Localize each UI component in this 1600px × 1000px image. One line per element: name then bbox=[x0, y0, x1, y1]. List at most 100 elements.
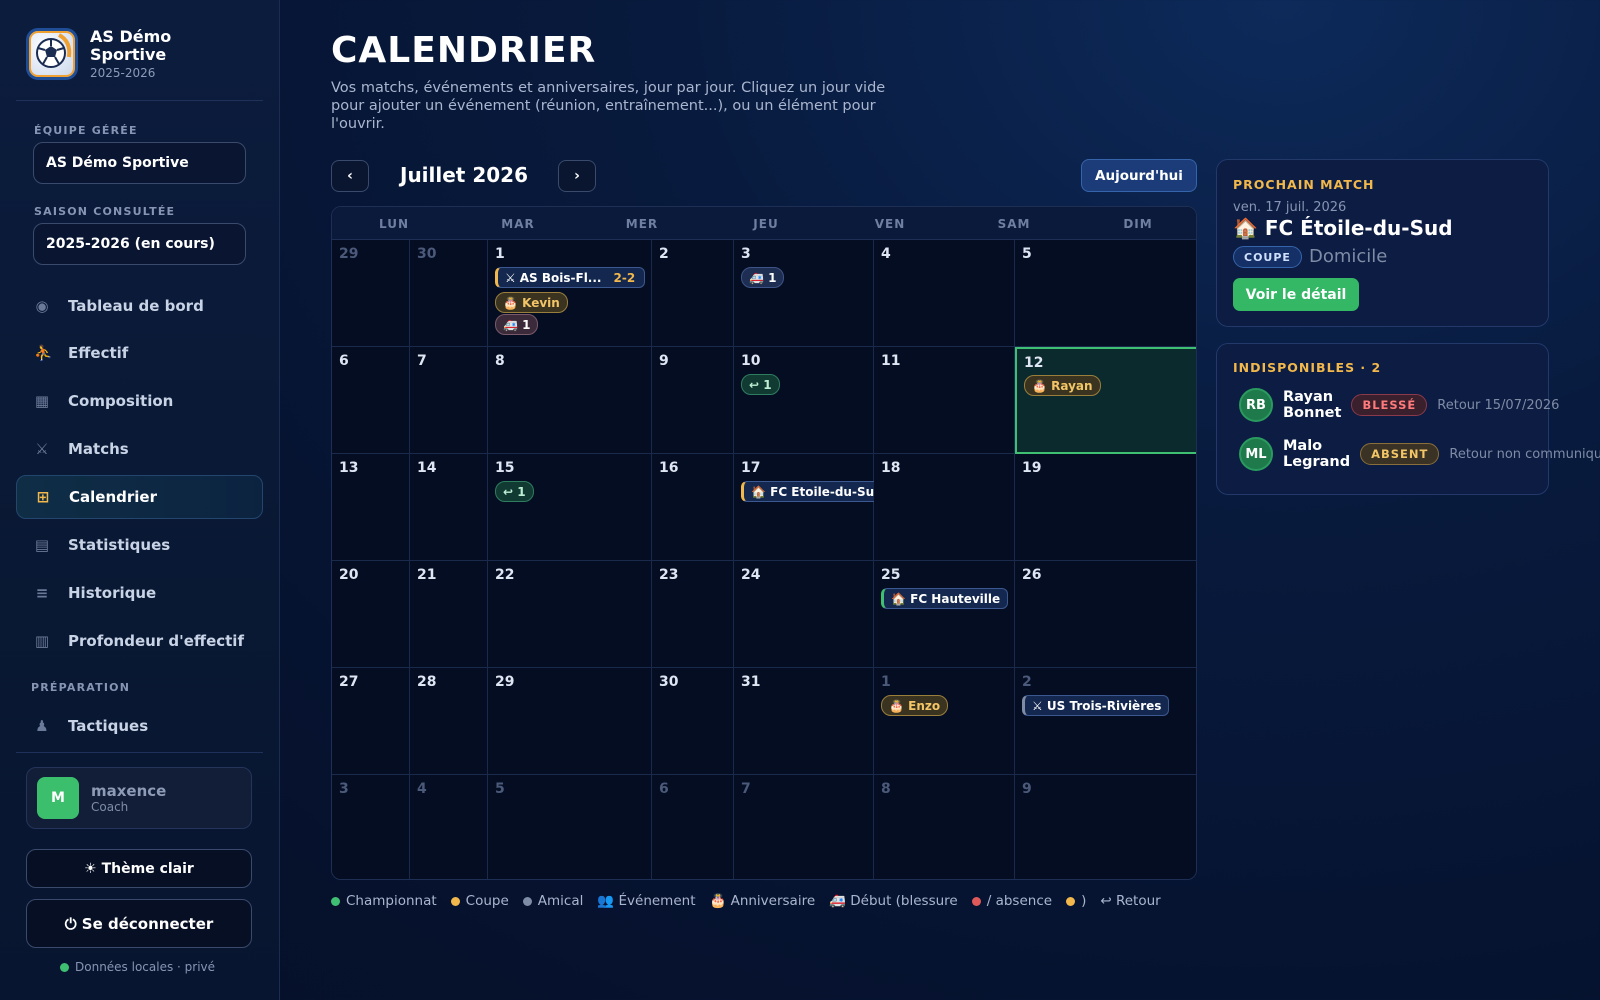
calendar-day-cell[interactable]: 24 bbox=[734, 561, 874, 668]
calendar-day-cell[interactable]: 5 bbox=[488, 775, 652, 879]
sidebar-item-lineup[interactable]: ▦ Composition bbox=[16, 379, 263, 423]
calendar-day-cell[interactable]: 31 bbox=[734, 668, 874, 775]
calendar-day-cell[interactable]: 17 🏠 FC Etoile-du-Sud bbox=[734, 454, 891, 561]
day-number: 4 bbox=[881, 246, 891, 262]
calendar-day-cell[interactable]: 30 bbox=[410, 240, 488, 347]
sidebar-item-calendar[interactable]: ⊞ Calendrier bbox=[16, 475, 263, 519]
sidebar-item-label: Tactiques bbox=[68, 717, 149, 735]
day-number: 28 bbox=[417, 674, 437, 690]
calendar-day-cell[interactable]: 7 bbox=[734, 775, 874, 879]
calendar-event-birthday[interactable]: 🎂 Rayan bbox=[1024, 375, 1101, 396]
logout-button[interactable]: ⏻ Se déconnecter bbox=[26, 899, 252, 948]
sidebar-item-label: Calendrier bbox=[69, 488, 157, 506]
calendar-day-cell[interactable]: 13 bbox=[332, 454, 410, 561]
day-number: 21 bbox=[417, 567, 437, 583]
calendar-event-injury[interactable]: 🚑 1 bbox=[495, 314, 539, 335]
unavailable-player-row[interactable]: RB Rayan Bonnet BLESSÉ Retour 15/07/2026 bbox=[1239, 388, 1559, 422]
calendar-day-cell[interactable]: 5 bbox=[1015, 240, 1196, 347]
team-select[interactable]: AS Démo Sportive bbox=[33, 142, 246, 184]
brand-name-line1: AS Démo bbox=[90, 27, 172, 46]
calendar-day-cell[interactable]: 25 🏠 FC Hauteville bbox=[874, 561, 1015, 668]
calendar-day-cell[interactable]: 6 bbox=[652, 775, 734, 879]
day-number: 5 bbox=[495, 781, 505, 797]
calendar-day-cell[interactable]: 23 bbox=[652, 561, 734, 668]
calendar-day-cell[interactable]: 8 bbox=[488, 347, 652, 454]
season-select[interactable]: 2025-2026 (en cours) bbox=[33, 223, 246, 265]
sidebar-item-squad[interactable]: ⛹ Effectif bbox=[16, 331, 263, 375]
sidebar-item-matches[interactable]: ⚔ Matchs bbox=[16, 427, 263, 471]
day-number: 29 bbox=[339, 246, 359, 262]
sidebar-item-label: Tableau de bord bbox=[68, 297, 204, 315]
calendar-day-cell[interactable]: 27 bbox=[332, 668, 410, 775]
calendar-day-cell[interactable]: 2 ⚔ US Trois-Rivières bbox=[1015, 668, 1196, 775]
calendar-day-cell[interactable]: 16 bbox=[652, 454, 734, 561]
calendar-day-cell[interactable]: 9 bbox=[1015, 775, 1196, 879]
calendar-day-cell[interactable]: 15 ↩ 1 bbox=[488, 454, 652, 561]
calendar-day-cell[interactable]: 21 bbox=[410, 561, 488, 668]
prev-month-button[interactable]: ‹ bbox=[331, 160, 369, 192]
month-label: Juillet 2026 bbox=[400, 163, 528, 187]
calendar-day-cell[interactable]: 26 bbox=[1015, 561, 1196, 668]
calendar-day-cell[interactable]: 28 bbox=[410, 668, 488, 775]
calendar-day-cell[interactable]: 20 bbox=[332, 561, 410, 668]
calendar-day-cell[interactable]: 6 bbox=[332, 347, 410, 454]
calendar-day-cell[interactable]: 10 ↩ 1 bbox=[734, 347, 874, 454]
calendar-event-return[interactable]: ↩ 1 bbox=[741, 374, 780, 395]
calendar-day-cell[interactable]: 1 🎂 Enzo bbox=[874, 668, 1015, 775]
calendar-day-cell[interactable]: 3 bbox=[332, 775, 410, 879]
view-detail-button[interactable]: Voir le détail bbox=[1233, 278, 1359, 311]
sidebar-item-history[interactable]: ≡ Historique bbox=[16, 571, 263, 615]
day-number: 2 bbox=[1022, 674, 1032, 690]
day-number: 5 bbox=[1022, 246, 1032, 262]
calendar-day-cell[interactable]: 4 bbox=[410, 775, 488, 879]
calendar-event-match[interactable]: 🏠 FC Etoile-du-Sud bbox=[741, 481, 891, 502]
day-number: 19 bbox=[1022, 460, 1042, 476]
calendar-day-cell[interactable]: 12 🎂 Rayan bbox=[1015, 347, 1196, 454]
today-button[interactable]: Aujourd'hui bbox=[1081, 159, 1197, 192]
sidebar-item-depth[interactable]: ▥ Profondeur d'effectif bbox=[16, 619, 263, 663]
day-number: 8 bbox=[881, 781, 891, 797]
sidebar-item-dashboard[interactable]: ◉ Tableau de bord bbox=[16, 284, 263, 328]
calendar-day-cell[interactable]: 8 bbox=[874, 775, 1015, 879]
next-match-date: ven. 17 juil. 2026 bbox=[1233, 200, 1347, 215]
calendar-day-cell[interactable]: 7 bbox=[410, 347, 488, 454]
avatar: RB bbox=[1239, 388, 1273, 422]
brand[interactable]: AS Démo Sportive 2025-2026 bbox=[26, 28, 171, 80]
local-data-status: Données locales · privé bbox=[60, 960, 215, 974]
next-match-team: 🏠 FC Étoile-du-Sud bbox=[1233, 216, 1453, 240]
calendar-day-cell[interactable]: 30 bbox=[652, 668, 734, 775]
calendar-event-match[interactable]: ⚔ AS Bois-Fl... 2-2 bbox=[495, 267, 645, 288]
calendar-event-match[interactable]: 🏠 FC Hauteville bbox=[881, 588, 1009, 609]
unavailable-player-row[interactable]: ML Malo Legrand ABSENT Retour non commun… bbox=[1239, 437, 1600, 471]
calendar-day-cell[interactable]: 9 bbox=[652, 347, 734, 454]
calendar-event-birthday[interactable]: 🎂 Kevin bbox=[495, 292, 568, 313]
sidebar-item-stats[interactable]: ▤ Statistiques bbox=[16, 523, 263, 567]
next-month-button[interactable]: › bbox=[558, 160, 596, 192]
sidebar-item-label: Effectif bbox=[68, 344, 129, 362]
day-number: 1 bbox=[495, 246, 505, 262]
calendar-event-match[interactable]: ⚔ US Trois-Rivières bbox=[1022, 695, 1170, 716]
sidebar-item-label: Matchs bbox=[68, 440, 129, 458]
day-number: 9 bbox=[1022, 781, 1032, 797]
calendar-event-birthday[interactable]: 🎂 Enzo bbox=[881, 695, 949, 716]
calendar-day-cell[interactable]: 4 bbox=[874, 240, 1015, 347]
calendar-day-cell[interactable]: 11 bbox=[874, 347, 1015, 454]
calendar-day-cell[interactable]: 29 bbox=[488, 668, 652, 775]
calendar-day-cell[interactable]: 29 bbox=[332, 240, 410, 347]
calendar-day-cell[interactable]: 18 bbox=[874, 454, 1015, 561]
calendar-day-cell[interactable]: 3 🚑 1 bbox=[734, 240, 874, 347]
calendar-event-return[interactable]: ↩ 1 bbox=[495, 481, 534, 502]
calendar-day-cell[interactable]: 22 bbox=[488, 561, 652, 668]
calendar-day-cell[interactable]: 2 bbox=[652, 240, 734, 347]
grid-icon: ▦ bbox=[34, 392, 50, 410]
calendar-event-injury[interactable]: 🚑 1 bbox=[741, 267, 785, 288]
sidebar-item-tactics[interactable]: ♟ Tactiques bbox=[16, 704, 263, 748]
calendar-day-cell[interactable]: 19 bbox=[1015, 454, 1196, 561]
calendar-day-cell[interactable]: 1 ⚔ AS Bois-Fl... 2-2 🎂 Kevin 🚑 1 bbox=[488, 240, 652, 347]
user-card[interactable]: M maxence Coach bbox=[26, 767, 252, 829]
calendar-day-cell[interactable]: 14 bbox=[410, 454, 488, 561]
day-number: 27 bbox=[339, 674, 359, 690]
theme-toggle-button[interactable]: ☀ Thème clair bbox=[26, 849, 252, 888]
next-match-title: PROCHAIN MATCH bbox=[1233, 177, 1375, 192]
legend-close: ) bbox=[1066, 893, 1086, 909]
